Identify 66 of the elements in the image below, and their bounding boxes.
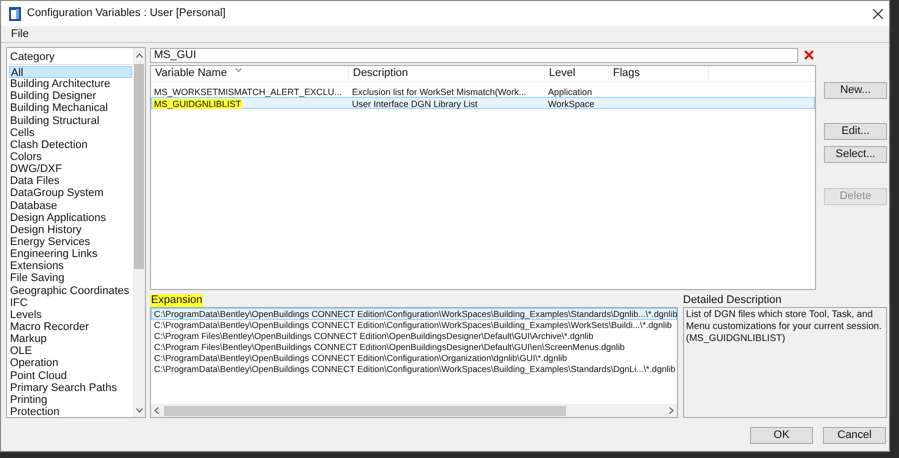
- dialog-button[interactable]: OK: [750, 427, 813, 444]
- column-header[interactable]: Description: [353, 66, 408, 81]
- scroll-thumb[interactable]: [164, 406, 566, 416]
- app-icon: [9, 6, 21, 20]
- table-cell: WorkSpace: [547, 99, 596, 109]
- list-item[interactable]: Energy Services: [10, 236, 133, 248]
- list-item[interactable]: Levels: [10, 308, 133, 321]
- list-item[interactable]: Geographic Coordinates: [10, 284, 133, 297]
- menu-item[interactable]: File: [11, 26, 29, 42]
- list-item[interactable]: Primary Search Paths: [10, 382, 133, 394]
- list-item[interactable]: Building Designer: [10, 90, 133, 102]
- path-row[interactable]: C:\Program Files\Bentley\OpenBuildings CONNECT Edition\OpenBuildingsDesigner\Default\GUI\Archive\*.dgnlib: [151, 330, 677, 342]
- scrollbar[interactable]: [133, 48, 145, 417]
- list-item[interactable]: Macro Recorder: [10, 320, 133, 334]
- section-label: Expansion: [150, 294, 204, 307]
- list-item[interactable]: Point Cloud: [10, 370, 133, 382]
- path-row[interactable]: C:\ProgramData\Bentley\OpenBuildings CONNECT Edition\Configuration\Organization\dgnlib\GUI\*.dgnlib: [151, 352, 677, 364]
- list-item[interactable]: Data Files: [10, 175, 133, 188]
- list-item[interactable]: Engineering Links: [10, 248, 133, 260]
- list-item[interactable]: Printing: [10, 394, 133, 406]
- column-header[interactable]: Flags: [613, 66, 640, 81]
- list-item[interactable]: Markup: [10, 333, 133, 346]
- list-item[interactable]: Design History: [10, 224, 133, 236]
- list-item[interactable]: OLE: [10, 345, 133, 358]
- list-item[interactable]: Operation: [10, 357, 133, 370]
- path-row[interactable]: C:\ProgramData\Bentley\OpenBuildings CONNECT Edition\Configuration\WorkSpaces\Building_Examples\WorkSets\Buildi...\*.dgnlib: [151, 319, 677, 331]
- table-cell: MS_WORKSETMISMATCH_ALERT_EXCLU...: [153, 87, 343, 97]
- list-item[interactable]: Colors: [10, 150, 133, 164]
- action-button[interactable]: New...: [824, 82, 887, 99]
- table-cell: MS_GUIDGNLIBLIST: [153, 99, 242, 109]
- action-button[interactable]: Select...: [824, 146, 887, 163]
- list-item[interactable]: Protection: [10, 406, 133, 418]
- action-button[interactable]: Edit...: [824, 123, 887, 140]
- list-item[interactable]: Extensions: [10, 260, 133, 272]
- list-item[interactable]: DataGroup System: [10, 187, 133, 200]
- list-item[interactable]: Building Mechanical: [10, 102, 133, 115]
- sort-icon: [234, 68, 242, 72]
- section-label: Detailed Description: [683, 294, 782, 307]
- horizontal-scrollbar[interactable]: [151, 404, 677, 417]
- column-header[interactable]: Variable Name: [155, 66, 227, 81]
- path-row[interactable]: C:\Program Files\Bentley\OpenBuildings CONNECT Edition\OpenBuildingsDesigner\Default\GUI\en\ScreenMenus.dgnlib: [151, 341, 677, 353]
- window-title: Configuration Variables : User [Personal]: [27, 6, 226, 22]
- close-icon[interactable]: [873, 8, 883, 18]
- column-header[interactable]: Level: [549, 66, 576, 81]
- list-item[interactable]: DWG/DXF: [10, 163, 133, 176]
- list-item[interactable]: IFC: [10, 296, 133, 309]
- path-row[interactable]: C:\ProgramData\Bentley\OpenBuildings CONNECT Edition\Configuration\WorkSpaces\Building_Examples\Standards\DgnLi...\*.dgnlib: [151, 363, 677, 375]
- path-row[interactable]: C:\ProgramData\Bentley\OpenBuildings CONNECT Edition\Configuration\WorkSpaces\Building_Examples\Standards\Dgnlib...\*.dgnlib: [151, 308, 677, 320]
- list-item[interactable]: File Saving: [10, 272, 133, 285]
- search-field[interactable]: MS_GUI: [150, 48, 798, 62]
- list-item[interactable]: Design Applications: [10, 212, 133, 224]
- scroll-thumb[interactable]: [134, 64, 144, 269]
- description-text: List of DGN files which store Tool, Task, and Menu customizations for your current session. (MS_GUIDGNLIBLIST): [686, 309, 883, 345]
- list-item[interactable]: Building Structural: [10, 114, 133, 127]
- table-row[interactable]: MS_WORKSETMISMATCH_ALERT_EXCLU... Exclusion list for WorkSet Mismatch(Work... Application: [151, 85, 815, 97]
- table-row[interactable]: MS_GUIDGNLIBLIST User Interface DGN Library List WorkSpace: [151, 97, 815, 109]
- list-item[interactable]: Database: [10, 200, 133, 212]
- list-item[interactable]: Cells: [10, 126, 133, 139]
- table-cell: Exclusion list for WorkSet Mismatch(Work...: [351, 87, 528, 97]
- table-cell: Application: [547, 87, 594, 97]
- dialog-button[interactable]: Cancel: [823, 427, 886, 444]
- list-item[interactable]: All: [9, 66, 132, 78]
- list-item[interactable]: Clash Detection: [10, 138, 133, 151]
- clear-icon[interactable]: [804, 50, 814, 60]
- list-item[interactable]: Building Architecture: [10, 78, 133, 90]
- table-cell: User Interface DGN Library List: [351, 99, 479, 109]
